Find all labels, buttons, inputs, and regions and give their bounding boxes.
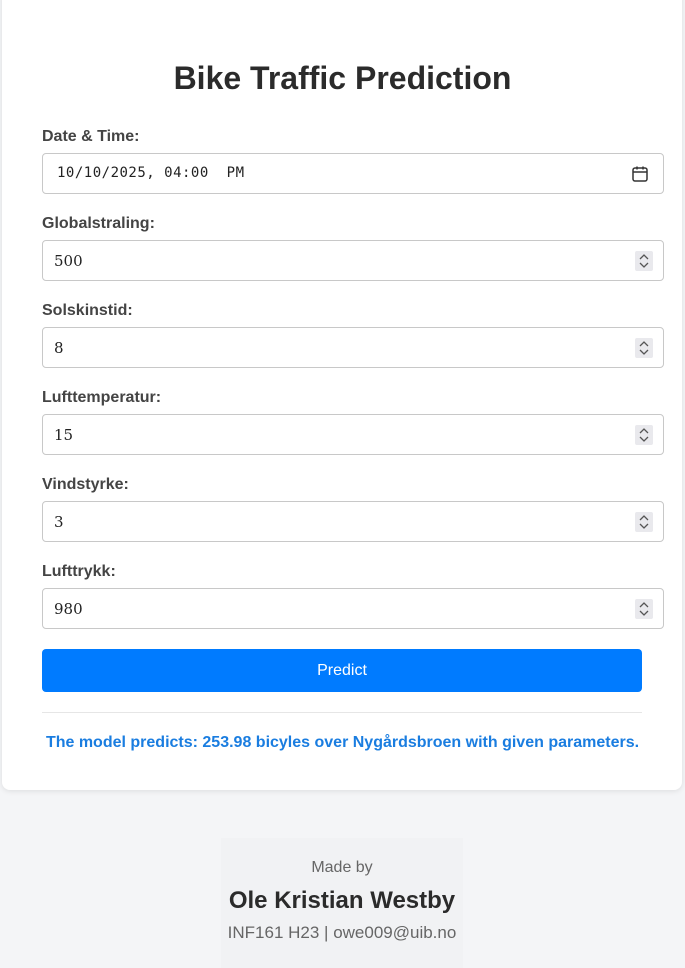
lufttemperatur-input[interactable] xyxy=(43,415,663,454)
globalstraling-spinner-icon[interactable] xyxy=(635,251,653,271)
lufttrykk-input[interactable] xyxy=(43,589,663,628)
globalstraling-label: Globalstraling: xyxy=(42,215,155,232)
solskinstid-input[interactable] xyxy=(43,328,663,367)
vindstyrke-label: Vindstyrke: xyxy=(42,476,129,493)
divider xyxy=(42,712,642,713)
lufttemperatur-label: Lufttemperatur: xyxy=(42,389,162,406)
footer-course-info: INF161 H23 | owe009@uib.no xyxy=(227,923,457,942)
solskinstid-field xyxy=(42,327,664,368)
page-title: Bike Traffic Prediction xyxy=(173,60,512,96)
footer-made-by: Made by xyxy=(311,859,373,876)
lufttrykk-field xyxy=(42,588,664,629)
lufttrykk-spinner-icon[interactable] xyxy=(635,599,653,619)
vindstyrke-field xyxy=(42,501,664,542)
globalstraling-field xyxy=(42,240,664,281)
predict-button[interactable]: Predict xyxy=(42,649,642,692)
lufttemperatur-field xyxy=(42,414,664,455)
lufttemperatur-spinner-icon[interactable] xyxy=(635,425,653,445)
datetime-value: 10/10/2025, 04:00 PM xyxy=(57,165,245,181)
lufttrykk-label: Lufttrykk: xyxy=(42,563,116,580)
footer-author: Ole Kristian Westby xyxy=(228,887,456,914)
datetime-label: Date & Time: xyxy=(42,128,140,145)
solskinstid-spinner-icon[interactable] xyxy=(635,338,653,358)
calendar-icon[interactable] xyxy=(631,165,649,183)
datetime-input[interactable]: 10/10/2025, 04:00 PM xyxy=(42,153,664,194)
prediction-result: The model predicts: 253.98 bicyles over … xyxy=(45,734,640,751)
globalstraling-input[interactable] xyxy=(43,241,663,280)
solskinstid-label: Solskinstid: xyxy=(42,302,133,319)
vindstyrke-input[interactable] xyxy=(43,502,663,541)
footer: Made by Ole Kristian Westby INF161 H23 |… xyxy=(221,838,463,968)
vindstyrke-spinner-icon[interactable] xyxy=(635,512,653,532)
